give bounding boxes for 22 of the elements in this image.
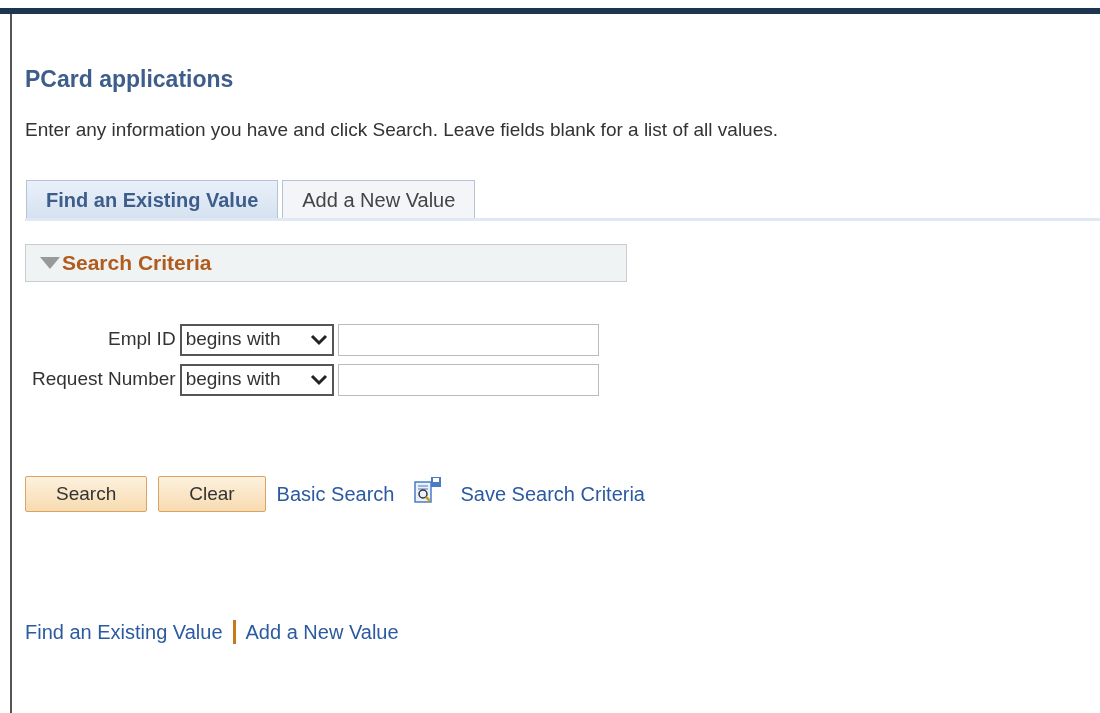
chevron-down-icon: [309, 333, 328, 346]
section-header[interactable]: Search Criteria: [25, 244, 627, 282]
field-label: Empl ID: [107, 327, 176, 352]
collapse-icon: [40, 256, 60, 269]
link[interactable]: Basic Search: [276, 478, 395, 509]
link[interactable]: Save Search Criteria: [460, 478, 645, 509]
input-field[interactable]: [337, 363, 599, 396]
footer-link[interactable]: Find an Existing Value: [25, 617, 223, 648]
instructions: Enter any information you have and click Search. Leave fields blank for a list of all values.: [25, 117, 779, 142]
tab[interactable]: Find an Existing Value: [26, 180, 279, 219]
input-field[interactable]: [337, 323, 599, 356]
operator-dropdown[interactable]: begins with: [179, 363, 334, 396]
action-button[interactable]: Clear: [158, 475, 266, 513]
operator-dropdown[interactable]: begins with: [179, 323, 334, 356]
tab[interactable]: Add a New Value: [282, 180, 476, 219]
chevron-down-icon: [309, 373, 328, 386]
save-search-icon[interactable]: [413, 475, 444, 504]
footer-link[interactable]: Add a New Value: [245, 617, 399, 648]
action-button[interactable]: Search: [25, 475, 148, 513]
section-title: Search Criteria: [62, 250, 212, 277]
field-label: Request Number: [32, 367, 176, 392]
page-title: PCard applications: [25, 66, 235, 94]
